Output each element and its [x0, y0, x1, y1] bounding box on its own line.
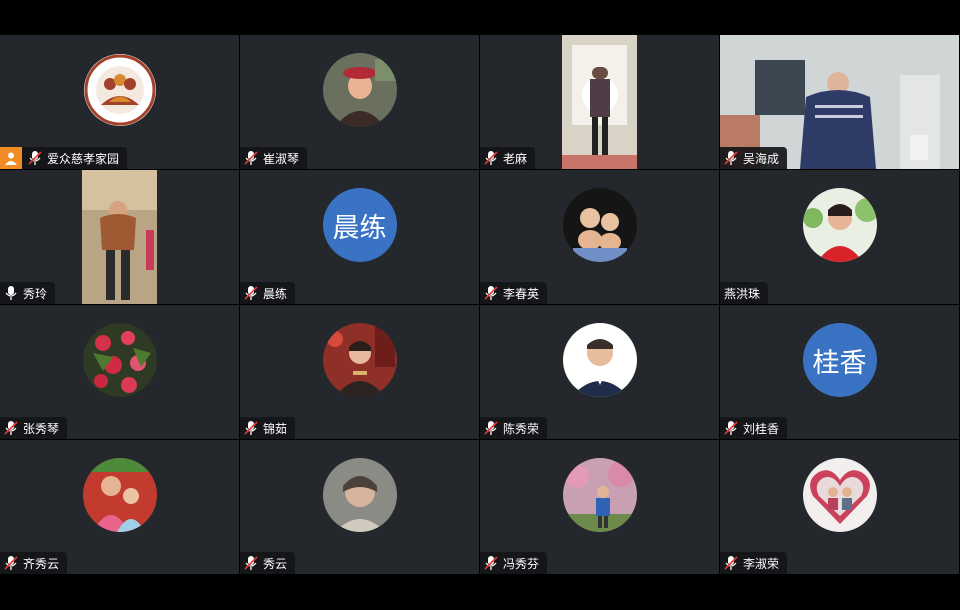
profile-photo [562, 188, 637, 262]
mic-muted-icon [484, 151, 498, 165]
participant-label: 冯秀芬 [480, 552, 548, 574]
text-avatar: 桂香 [802, 323, 877, 397]
profile-photo [82, 458, 157, 532]
participant-label: 李淑荣 [720, 552, 788, 574]
participant-grid: 爱众慈孝家园 崔淑琴 老麻 吴海成 秀玲 晨练 晨练 李春英 燕洪珠 张秀琴 锦… [0, 35, 960, 575]
participant-name: 张秀琴 [23, 421, 60, 436]
mic-muted-icon [484, 421, 498, 435]
mic-muted-icon [28, 151, 42, 165]
participant-name: 秀玲 [23, 286, 48, 301]
participant-label: 刘桂香 [720, 417, 788, 439]
participant-tile[interactable]: 吴海成 [720, 35, 960, 170]
participant-tile[interactable]: 桂香 刘桂香 [720, 305, 960, 440]
participant-tile[interactable]: 张秀琴 [0, 305, 240, 440]
participant-tile[interactable]: 崔淑琴 [240, 35, 480, 170]
participant-label: 秀云 [240, 552, 296, 574]
participant-label: 齐秀云 [0, 552, 68, 574]
mic-muted-icon [4, 556, 18, 570]
participant-tile[interactable]: 陈秀荣 [480, 305, 720, 440]
participant-tile[interactable]: 齐秀云 [0, 440, 240, 575]
participant-name: 老麻 [503, 151, 528, 166]
mic-muted-icon [724, 556, 738, 570]
participant-name: 刘桂香 [743, 421, 780, 436]
participant-tile[interactable]: 李淑荣 [720, 440, 960, 575]
profile-photo [82, 323, 157, 397]
mic-icon [5, 286, 17, 300]
video-feed [82, 170, 157, 304]
participant-label: 李春英 [480, 282, 548, 304]
participant-name: 李淑荣 [743, 556, 780, 571]
participant-name: 晨练 [263, 286, 288, 301]
participant-label: 陈秀荣 [480, 417, 548, 439]
profile-photo [322, 458, 397, 532]
participant-label: 张秀琴 [0, 417, 68, 439]
profile-photo [562, 458, 637, 532]
mic-muted-icon [724, 151, 738, 165]
participant-label: 吴海成 [720, 147, 788, 169]
participant-tile[interactable]: 李春英 [480, 170, 720, 305]
participant-name: 陈秀荣 [503, 421, 540, 436]
participant-name: 齐秀云 [23, 556, 60, 571]
mic-muted-icon [244, 151, 258, 165]
participant-name: 冯秀芬 [503, 556, 540, 571]
mic-muted-icon [244, 421, 258, 435]
participant-tile[interactable]: 秀玲 [0, 170, 240, 305]
participant-name: 燕洪珠 [724, 286, 761, 301]
video-feed [562, 35, 637, 169]
participant-name: 锦茹 [263, 421, 288, 436]
participant-tile[interactable]: 爱众慈孝家园 [0, 35, 240, 170]
participant-name: 李春英 [503, 286, 540, 301]
participant-name: 爱众慈孝家园 [47, 151, 120, 166]
profile-photo [802, 458, 877, 532]
mic-muted-icon [484, 286, 498, 300]
participant-label: 燕洪珠 [720, 282, 769, 304]
profile-photo [802, 188, 877, 262]
logo-avatar [83, 53, 157, 127]
participant-label: 锦茹 [240, 417, 296, 439]
participant-name: 吴海成 [743, 151, 780, 166]
profile-photo [562, 323, 637, 397]
participant-label: 老麻 [480, 147, 536, 169]
mic-muted-icon [244, 286, 258, 300]
profile-photo [322, 53, 397, 127]
participant-tile[interactable]: 冯秀芬 [480, 440, 720, 575]
mic-muted-icon [244, 556, 258, 570]
mic-muted-icon [4, 421, 18, 435]
participant-tile[interactable]: 晨练 晨练 [240, 170, 480, 305]
participant-tile[interactable]: 锦茹 [240, 305, 480, 440]
participant-label: 爱众慈孝家园 [0, 147, 128, 169]
host-icon [0, 147, 22, 169]
mic-muted-icon [484, 556, 498, 570]
profile-photo [322, 323, 397, 397]
participant-label: 秀玲 [0, 282, 56, 304]
participant-tile[interactable]: 秀云 [240, 440, 480, 575]
text-avatar: 晨练 [322, 188, 397, 262]
participant-label: 崔淑琴 [240, 147, 308, 169]
mic-muted-icon [724, 421, 738, 435]
participant-name: 崔淑琴 [263, 151, 300, 166]
participant-tile[interactable]: 老麻 [480, 35, 720, 170]
participant-label: 晨练 [240, 282, 296, 304]
participant-tile[interactable]: 燕洪珠 [720, 170, 960, 305]
participant-name: 秀云 [263, 556, 288, 571]
